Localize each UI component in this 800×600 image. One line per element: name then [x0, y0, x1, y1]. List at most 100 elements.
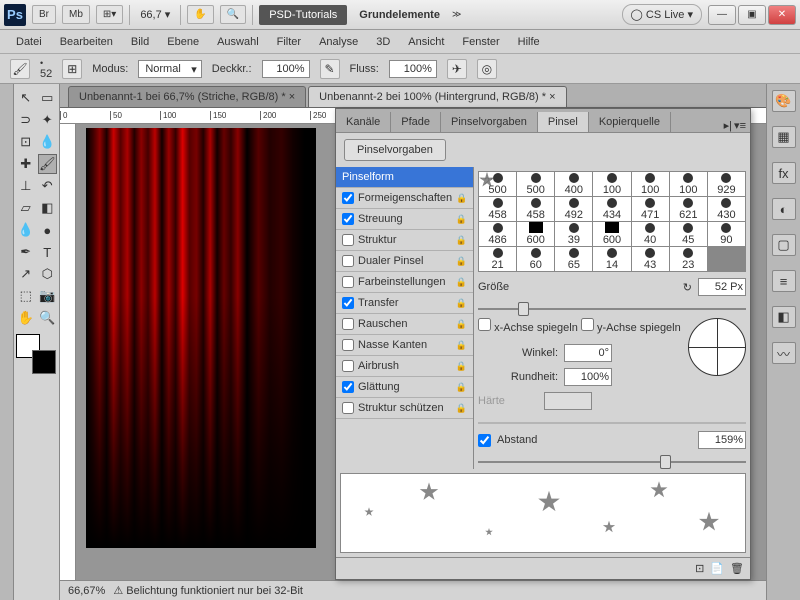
color-swatches[interactable]	[16, 334, 56, 374]
panel-collapse-icon[interactable]: ▸|	[724, 119, 732, 132]
brush-tip-cell[interactable]: 43	[632, 247, 669, 271]
brush-tip-cell[interactable]: 45	[670, 222, 707, 246]
path-select-tool[interactable]: ↗	[16, 264, 36, 284]
menu-datei[interactable]: Datei	[8, 33, 50, 51]
maximize-button[interactable]: ▣	[738, 5, 766, 25]
menu-analyse[interactable]: Analyse	[311, 33, 366, 51]
brush-tip-cell[interactable]: 929	[708, 172, 745, 196]
lock-icon[interactable]: 🔒	[456, 256, 467, 267]
brush-tip-cell[interactable]: 40	[632, 222, 669, 246]
menu-ebene[interactable]: Ebene	[159, 33, 207, 51]
brush-tip-cell[interactable]: 400	[555, 172, 592, 196]
brush-tip-cell[interactable]: 500	[517, 172, 554, 196]
brush-tip-grid[interactable]: 5005004001001001009294584584924344716214…	[478, 171, 746, 272]
view-extras-button[interactable]: ⊞▾	[96, 5, 123, 24]
close-button[interactable]: ✕	[768, 5, 796, 25]
reset-size-icon[interactable]: ↻	[683, 281, 692, 294]
menu-3d[interactable]: 3D	[368, 33, 398, 51]
gradient-tool[interactable]: ◧	[38, 198, 58, 218]
paths-panel-icon[interactable]: 〰	[772, 342, 796, 364]
menu-ansicht[interactable]: Ansicht	[400, 33, 452, 51]
lock-icon[interactable]: 🔒	[456, 235, 467, 246]
lock-icon[interactable]: 🔒	[456, 319, 467, 330]
brush-tool[interactable]: 🖌	[38, 154, 58, 174]
menu-hilfe[interactable]: Hilfe	[510, 33, 548, 51]
opt-nasse-kanten[interactable]: Nasse Kanten🔒	[336, 335, 473, 356]
trash-icon[interactable]: 🗑	[730, 562, 744, 575]
brush-tip-cell[interactable]: 430	[708, 197, 745, 221]
spacing-checkbox[interactable]	[478, 434, 491, 447]
eraser-tool[interactable]: ▱	[16, 198, 36, 218]
wand-tool[interactable]: ✦	[38, 110, 58, 130]
brush-tip-cell[interactable]: 621	[670, 197, 707, 221]
lock-icon[interactable]: 🔒	[456, 193, 467, 204]
yflip-checkbox[interactable]	[581, 318, 594, 331]
doc-tab-2[interactable]: Unbenannt-2 bei 100% (Hintergrund, RGB/8…	[308, 86, 566, 107]
tab-pfade[interactable]: Pfade	[391, 112, 441, 132]
brush-tip-cell[interactable]: 39	[555, 222, 592, 246]
brush-tip-cell[interactable]: 434	[593, 197, 630, 221]
mini-bridge-button[interactable]: Mb	[62, 5, 90, 24]
lock-icon[interactable]: 🔒	[456, 361, 467, 372]
brush-tip-cell[interactable]: 458	[479, 197, 516, 221]
brush-tip-cell[interactable]: 65	[555, 247, 592, 271]
lock-icon[interactable]: 🔒	[456, 277, 467, 288]
opt-dualer-pinsel[interactable]: Dualer Pinsel🔒	[336, 251, 473, 272]
stamp-tool[interactable]: ⊥	[16, 176, 36, 196]
dodge-tool[interactable]: ●	[38, 220, 58, 240]
opt-farbeinstellungen[interactable]: Farbeinstellungen🔒	[336, 272, 473, 293]
lock-icon[interactable]: 🔒	[456, 298, 467, 309]
panel-menu-icon[interactable]: ▾≡	[734, 119, 746, 132]
tab-pinsel[interactable]: Pinsel	[538, 112, 589, 132]
bridge-button[interactable]: Br	[32, 5, 56, 24]
brush-tip-cell[interactable]: 600	[593, 222, 630, 246]
hand-icon[interactable]: ✋	[187, 5, 213, 24]
3d-tool[interactable]: ⬚	[16, 286, 36, 306]
tab-pinselvorgaben[interactable]: Pinselvorgaben	[441, 112, 538, 132]
chevron-right-icon[interactable]: ≫	[452, 9, 461, 20]
brush-tip-cell[interactable]: 60	[517, 247, 554, 271]
zoom-icon[interactable]: 🔍	[220, 5, 246, 24]
crop-tool[interactable]: ⊡	[16, 132, 36, 152]
layers-panel-icon[interactable]: ≡	[772, 270, 796, 292]
brush-tool-icon[interactable]: 🖌	[10, 59, 30, 79]
minimize-button[interactable]: —	[708, 5, 736, 25]
pen-tool[interactable]: ✒	[16, 242, 36, 262]
status-zoom[interactable]: 66,67%	[68, 585, 105, 597]
type-tool[interactable]: T	[38, 242, 58, 262]
brush-tip-cell[interactable]: 23	[670, 247, 707, 271]
left-collapse-strip[interactable]	[0, 84, 14, 600]
hand-tool[interactable]: ✋	[16, 308, 36, 328]
blur-tool[interactable]: 💧	[16, 220, 36, 240]
lasso-tool[interactable]: ⊃	[16, 110, 36, 130]
tablet-pressure-icon[interactable]: ◎	[477, 59, 497, 79]
flow-input[interactable]: 100%	[389, 60, 437, 78]
lock-icon[interactable]: 🔒	[456, 382, 467, 393]
tab-kanaele[interactable]: Kanäle	[336, 112, 391, 132]
brush-panel-toggle[interactable]: ⊞	[62, 59, 82, 79]
menu-bild[interactable]: Bild	[123, 33, 157, 51]
brush-tip-cell[interactable]: 458	[517, 197, 554, 221]
workspace-label[interactable]: PSD-Tutorials	[259, 5, 347, 25]
brush-tip-cell[interactable]: 14	[593, 247, 630, 271]
doc-tab-1[interactable]: Unbenannt-1 bei 66,7% (Striche, RGB/8) *…	[68, 86, 306, 107]
spacing-slider[interactable]	[478, 455, 746, 465]
masks-panel-icon[interactable]: ▢	[772, 234, 796, 256]
brush-tip-cell[interactable]: 90	[708, 222, 745, 246]
opt-streuung[interactable]: Streuung🔒	[336, 209, 473, 230]
marquee-tool[interactable]: ▭	[38, 88, 58, 108]
brush-presets-button[interactable]: Pinselvorgaben	[344, 139, 446, 161]
blend-mode-dropdown[interactable]: Normal	[138, 60, 201, 78]
roundness-input[interactable]	[564, 368, 612, 386]
opt-airbrush[interactable]: Airbrush🔒	[336, 356, 473, 377]
airbrush-icon[interactable]: ✈	[447, 59, 467, 79]
opt-rauschen[interactable]: Rauschen🔒	[336, 314, 473, 335]
cs-live-button[interactable]: ◯ CS Live ▾	[622, 4, 702, 25]
brush-tip-cell[interactable]: 492	[555, 197, 592, 221]
opt-transfer[interactable]: Transfer🔒	[336, 293, 473, 314]
new-brush-icon[interactable]: 📄	[710, 562, 724, 575]
eyedropper-tool[interactable]: 💧	[38, 132, 58, 152]
opt-struktur[interactable]: Struktur🔒	[336, 230, 473, 251]
brush-preset-picker[interactable]: •52	[40, 58, 52, 80]
size-input[interactable]	[698, 278, 746, 296]
